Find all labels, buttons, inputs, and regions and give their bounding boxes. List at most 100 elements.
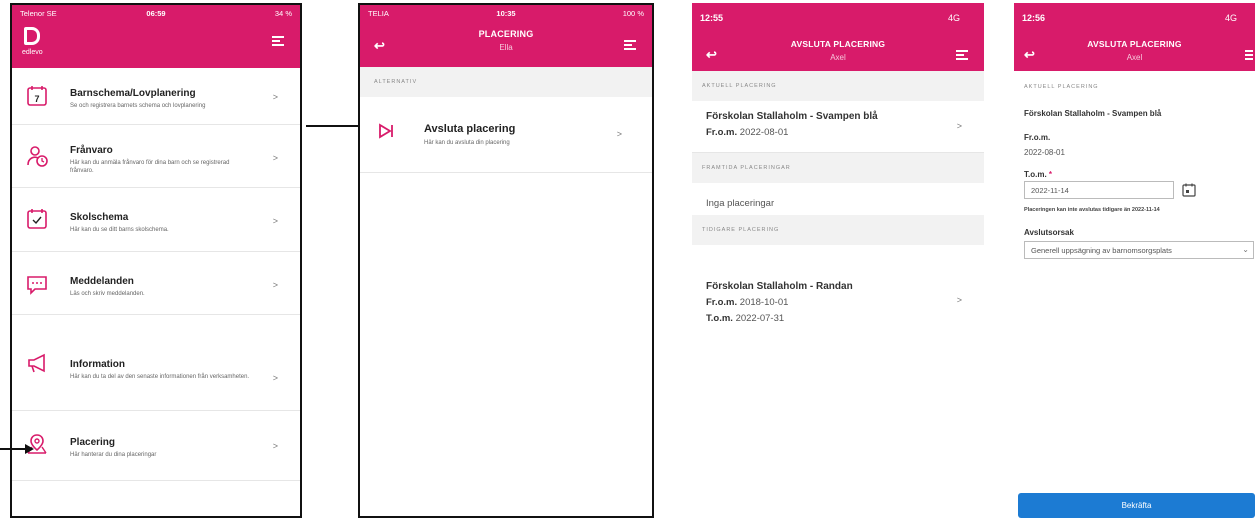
svg-text:7: 7	[34, 94, 39, 104]
school-schedule-icon	[27, 209, 47, 229]
list-item-placering[interactable]: Placering Här hanterar du dina placering…	[12, 411, 300, 481]
chevron-right-icon: >	[272, 441, 278, 451]
page-title: AVSLUTA PLACERING	[790, 39, 886, 49]
required-marker: *	[1048, 170, 1053, 179]
to-label-text: T.o.m.	[1024, 170, 1047, 179]
chevron-right-icon: >	[956, 121, 962, 131]
reason-value: Generell uppsägning av barnomsorgsplats	[1031, 246, 1172, 255]
list-item-title: Avsluta placering	[424, 123, 516, 135]
placement-from: Fr.o.m. 2018-10-01	[706, 297, 788, 308]
message-icon	[27, 276, 47, 295]
page-subtitle: Axel	[830, 53, 846, 62]
chevron-right-icon: >	[272, 216, 278, 226]
list-item-desc: Här kan du avsluta din placering	[424, 140, 510, 146]
list-item-title: Placering	[70, 437, 116, 448]
phone-4-avsluta-form: 12:56 4G ↩ AVSLUTA PLACERING Axel AKTUEL…	[1014, 3, 1255, 518]
phone-2-placering: TELIA 10:35 100 % ↩ PLACERING Ella ALTER…	[358, 3, 654, 518]
from-label: Fr.o.m.	[706, 127, 738, 138]
list-item-current-placement[interactable]: Förskolan Stallaholm - Svampen blå Fr.o.…	[692, 101, 984, 153]
chevron-right-icon: >	[956, 295, 962, 305]
section-header: FRAMTIDA PLACERINGAR	[692, 153, 984, 183]
page-subtitle: Ella	[499, 43, 513, 52]
page-title: PLACERING	[478, 29, 534, 39]
list-item-title: Skolschema	[70, 212, 129, 223]
header: Telenor SE 06:59 34 % edlevo	[12, 5, 300, 68]
hamburger-menu-icon[interactable]	[1245, 50, 1253, 60]
reason-select[interactable]: Generell uppsägning av barnomsorgsplats …	[1024, 241, 1254, 259]
list-item-previous-placement[interactable]: Förskolan Stallaholm - Randan Fr.o.m. 20…	[692, 245, 984, 315]
from-label: Fr.o.m.	[1024, 133, 1051, 142]
to-label: T.o.m. *	[1024, 170, 1052, 179]
chevron-down-icon: ⌄	[1242, 245, 1249, 254]
page-subtitle: Axel	[1126, 53, 1143, 62]
list-item-title: Meddelanden	[70, 276, 134, 287]
from-label: Fr.o.m.	[706, 297, 738, 308]
signal: 4G	[1224, 13, 1237, 23]
list-item-desc: Här kan du se ditt barns skolschema.	[70, 227, 169, 233]
chevron-right-icon: >	[616, 129, 622, 139]
chevron-right-icon: >	[272, 153, 278, 163]
placement-from: Fr.o.m. 2022-08-01	[706, 127, 788, 138]
status-bar: TELIA 10:35 100 %	[368, 9, 644, 21]
logo-mark-icon	[24, 27, 40, 45]
status-bar: 12:56 4G	[1022, 13, 1247, 25]
list-item-information[interactable]: Information Här kan du ta del av den sen…	[12, 315, 300, 411]
calendar-icon: 7	[27, 86, 47, 106]
list-item-title: Frånvaro	[70, 145, 113, 156]
stage: Telenor SE 06:59 34 % edlevo 7 Barnschem…	[0, 0, 1255, 519]
from-value: 2018-10-01	[739, 297, 789, 308]
section-header: AKTUELL PLACERING	[692, 71, 984, 101]
battery: 34 %	[274, 9, 292, 18]
end-placement-icon	[379, 123, 393, 139]
from-value: 2022-08-01	[739, 127, 789, 138]
megaphone-icon	[28, 353, 45, 373]
clock: 06:59	[146, 9, 166, 18]
status-bar: 12:55 4G	[700, 13, 976, 25]
edlevo-logo: edlevo	[22, 27, 52, 61]
header: TELIA 10:35 100 % ↩ PLACERING Ella	[360, 5, 652, 67]
from-value: 2022-08-01	[1024, 148, 1065, 157]
list-item-desc: Se och registrera barnets schema och lov…	[70, 103, 206, 109]
phone-1-home: Telenor SE 06:59 34 % edlevo 7 Barnschem…	[10, 3, 302, 518]
calendar-picker-icon[interactable]	[1182, 183, 1196, 197]
hamburger-menu-icon[interactable]	[956, 50, 968, 60]
list-item-title: Barnschema/Lovplanering	[70, 88, 196, 99]
header: 12:56 4G ↩ AVSLUTA PLACERING Axel	[1014, 3, 1255, 71]
placement-name: Förskolan Stallaholm - Svampen blå	[1024, 109, 1162, 118]
hamburger-menu-icon[interactable]	[272, 36, 284, 46]
annotation-arrow-head-1	[25, 444, 34, 454]
phone-3-avsluta: 12:55 4G ↩ AVSLUTA PLACERING Axel AKTUEL…	[692, 3, 984, 518]
battery: 100 %	[622, 9, 644, 18]
placement-name: Förskolan Stallaholm - Randan	[706, 281, 853, 292]
confirm-button[interactable]: Bekräfta	[1018, 493, 1255, 518]
to-date-value: 2022-11-14	[1031, 186, 1069, 195]
list-item-skolschema[interactable]: Skolschema Här kan du se ditt barns skol…	[12, 188, 300, 252]
list-item-desc: Här kan du ta del av den senaste informa…	[70, 374, 250, 380]
list-item-desc: Här kan du anmäla frånvaro för dina barn…	[70, 160, 230, 174]
to-value: 2022-07-31	[735, 313, 785, 324]
list-item-barnschema[interactable]: 7 Barnschema/Lovplanering Se och registr…	[12, 68, 300, 125]
list-item-meddelanden[interactable]: Meddelanden Läs och skriv meddelanden. >	[12, 252, 300, 315]
absence-icon	[27, 146, 48, 167]
chevron-right-icon: >	[272, 92, 278, 102]
list-item-title: Information	[70, 359, 125, 370]
date-hint: Placeringen kan inte avslutas tidigare ä…	[1024, 207, 1160, 213]
to-date-input[interactable]: 2022-11-14	[1024, 181, 1174, 199]
logo-text: edlevo	[22, 49, 43, 56]
clock: 10:35	[496, 9, 516, 18]
empty-placements: Inga placeringar	[706, 198, 775, 209]
chevron-right-icon: >	[272, 280, 278, 290]
section-header: TIDIGARE PLACERING	[692, 215, 984, 245]
clock: 12:55	[700, 13, 724, 23]
signal: 4G	[947, 13, 960, 23]
hamburger-menu-icon[interactable]	[624, 40, 636, 50]
list-item-avsluta-placering[interactable]: Avsluta placering Här kan du avsluta din…	[360, 97, 652, 173]
section-header: AKTUELL PLACERING	[1014, 75, 1255, 99]
list-item-franvaro[interactable]: Frånvaro Här kan du anmäla frånvaro för …	[12, 125, 300, 188]
reason-label: Avslutsorsak	[1024, 228, 1074, 237]
list-item-desc: Läs och skriv meddelanden.	[70, 291, 145, 297]
clock: 12:56	[1022, 13, 1046, 23]
header: 12:55 4G ↩ AVSLUTA PLACERING Axel	[692, 3, 984, 71]
placement-name: Förskolan Stallaholm - Svampen blå	[706, 111, 878, 122]
annotation-arrow-line-1	[0, 448, 26, 450]
